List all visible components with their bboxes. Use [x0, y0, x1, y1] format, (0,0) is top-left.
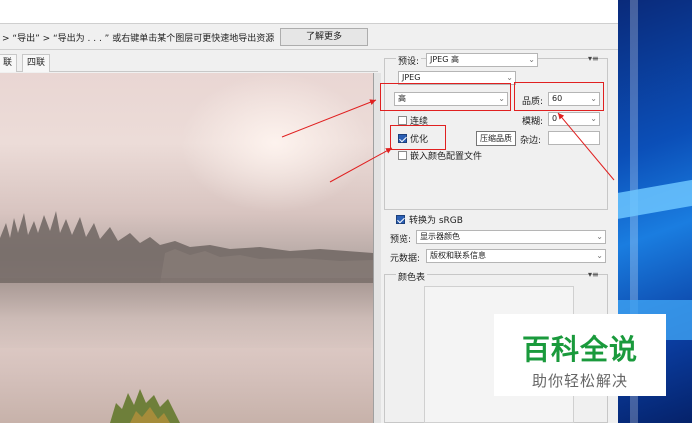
matte-label: 杂边: [520, 136, 542, 146]
chevron-down-icon: ⌄ [528, 55, 535, 64]
tab-2up[interactable]: 联 [0, 54, 18, 72]
highlight-quality-value [514, 82, 604, 111]
chevron-down-icon: ⌄ [596, 232, 603, 241]
forest-silhouette [0, 211, 373, 283]
convert-srgb-checkbox[interactable] [396, 215, 405, 224]
color-table-label: 颜色表 [396, 270, 428, 283]
preview-select[interactable]: 显示器颜色 ⌄ [416, 230, 606, 244]
progressive-checkbox[interactable] [398, 116, 407, 125]
watermark-subtitle: 助你轻松解决 [531, 372, 628, 390]
panel-menu-icon[interactable]: ▾≡ [588, 54, 599, 63]
image-preview[interactable] [0, 73, 373, 423]
quality-tooltip: 压缩品质 [476, 131, 516, 146]
blur-input[interactable]: 0 ⌄ [548, 112, 600, 126]
blur-label: 模糊: [522, 117, 544, 127]
export-hint-text: > “导出” > “导出为 . . . ” 或右键单击某个图层可更快速地导出资源 [2, 34, 275, 44]
watermark-logo: 百科全说 助你轻松解决 [494, 314, 666, 396]
metadata-label: 元数据: [390, 254, 421, 264]
info-bar: > “导出” > “导出为 . . . ” 或右键单击某个图层可更快速地导出资源… [0, 24, 618, 50]
embed-profile-checkbox[interactable] [398, 151, 407, 160]
preset-select[interactable]: JPEG 高 ⌄ [426, 53, 538, 67]
preset-label: 预设: [396, 54, 422, 67]
learn-more-button[interactable]: 了解更多 [280, 28, 368, 46]
title-area [0, 0, 618, 24]
highlight-quality-level [380, 83, 511, 111]
watermark-title: 百科全说 [521, 333, 638, 366]
matte-color-input[interactable] [548, 131, 600, 145]
tab-4up[interactable]: 四联 [22, 54, 51, 72]
foreground-shrubs [110, 389, 180, 423]
view-tabs: 联 四联 [0, 52, 378, 72]
convert-srgb-label: 转换为 sRGB [409, 216, 463, 226]
chevron-down-icon: ⌄ [596, 251, 603, 260]
color-table-menu-icon[interactable]: ▾≡ [588, 270, 599, 279]
highlight-optimized [390, 125, 446, 150]
preview-scroll-edge [373, 73, 381, 423]
metadata-select[interactable]: 版权和联系信息 ⌄ [426, 249, 606, 263]
preview-label: 预览: [390, 235, 412, 245]
chevron-down-icon: ⌄ [590, 114, 597, 123]
embed-profile-label: 嵌入颜色配置文件 [410, 152, 483, 162]
